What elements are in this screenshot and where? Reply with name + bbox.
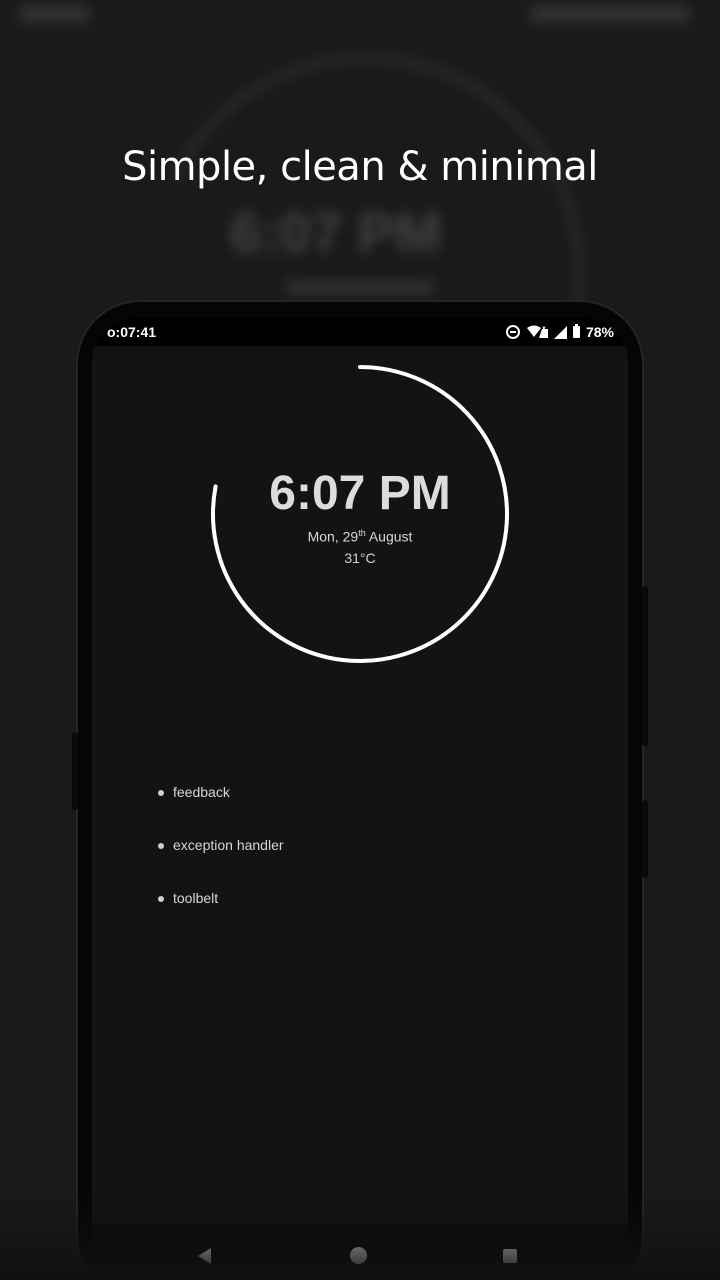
- app-item-feedback[interactable]: feedback: [156, 784, 556, 837]
- svg-text:x: x: [542, 325, 546, 332]
- app-label: exception handler: [173, 837, 284, 853]
- cellular-signal-icon: [553, 325, 567, 339]
- app-label: toolbelt: [173, 890, 219, 906]
- status-bar: o:07:41 x 78%: [92, 318, 628, 346]
- wifi-icon: x: [526, 325, 548, 338]
- app-list: feedback exception handler toolbelt: [156, 784, 556, 943]
- clock-time: 6:07 PM: [269, 467, 451, 520]
- battery-icon: [572, 324, 580, 338]
- app-item-exception-handler[interactable]: exception handler: [156, 837, 556, 890]
- temperature: 31°C: [344, 550, 376, 566]
- battery-percent: 78%: [585, 324, 614, 340]
- status-time: o:07:41: [107, 324, 157, 340]
- app-label: feedback: [173, 784, 230, 800]
- bullet-icon: [158, 896, 164, 902]
- clock-date: Mon, 29th August: [307, 528, 413, 545]
- phone-power-button: [642, 800, 648, 878]
- promo-headline: Simple, clean & minimal: [122, 144, 598, 190]
- phone-side-button: [72, 732, 78, 810]
- bottom-fade: [0, 1190, 720, 1280]
- bullet-icon: [158, 843, 164, 849]
- app-item-toolbelt[interactable]: toolbelt: [156, 890, 556, 943]
- phone-screen: o:07:41 x 78% 6:07 PM Mon, 29th August 3…: [92, 318, 628, 1280]
- blurred-time: 6:07 PM: [230, 201, 442, 264]
- do-not-disturb-icon: [505, 325, 520, 339]
- phone-volume-button: [642, 586, 648, 746]
- bullet-icon: [158, 790, 164, 796]
